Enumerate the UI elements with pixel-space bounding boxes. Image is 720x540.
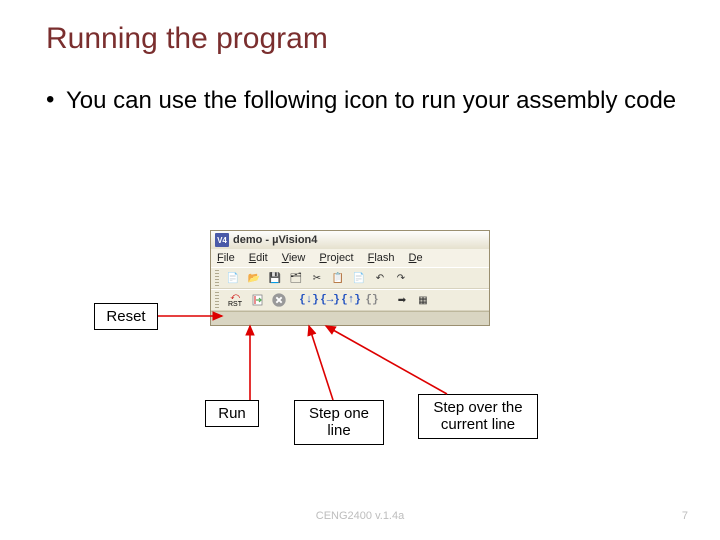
reset-arrow-icon: ⤺ — [230, 292, 240, 301]
bullet-text: You can use the following icon to run yo… — [66, 86, 720, 116]
save-all-icon[interactable]: 🗂 — [287, 269, 305, 287]
callout-step-one: Step one line — [294, 400, 384, 445]
step-out-button[interactable]: {↑} — [342, 291, 360, 309]
paste-icon[interactable]: 📄 — [350, 269, 368, 287]
command-window-icon[interactable]: ▦ — [414, 291, 432, 309]
menu-project[interactable]: Project — [319, 252, 353, 264]
callout-reset: Reset — [94, 303, 158, 330]
reset-button[interactable]: ⤺ RST — [224, 291, 246, 309]
uvision-window: V4 demo - µVision4 File Edit View Projec… — [210, 230, 490, 326]
bullet-block: • You can use the following icon to run … — [0, 56, 720, 116]
menu-debug[interactable]: De — [409, 252, 423, 264]
new-file-icon[interactable]: 📄 — [224, 269, 242, 287]
stop-button[interactable] — [270, 291, 288, 309]
step-over-button[interactable]: {→} — [321, 291, 339, 309]
app-icon: V4 — [215, 233, 229, 247]
callout-step-over: Step over the current line — [418, 394, 538, 439]
menu-edit[interactable]: Edit — [249, 252, 268, 264]
open-file-icon[interactable]: 📂 — [245, 269, 263, 287]
window-bottom-strip — [211, 311, 489, 325]
menu-flash[interactable]: Flash — [368, 252, 395, 264]
window-title: demo - µVision4 — [233, 234, 317, 246]
reset-label: RST — [228, 301, 242, 308]
callout-run: Run — [205, 400, 259, 427]
step-into-button[interactable]: {↓} — [300, 291, 318, 309]
toolbar-grip-icon — [215, 292, 219, 308]
copy-icon[interactable]: 📋 — [329, 269, 347, 287]
titlebar: V4 demo - µVision4 — [211, 231, 489, 249]
bullet-marker: • — [46, 86, 66, 116]
show-next-icon[interactable]: ➡ — [393, 291, 411, 309]
cut-icon[interactable]: ✂ — [308, 269, 326, 287]
menu-file[interactable]: File — [217, 252, 235, 264]
run-to-cursor-button[interactable]: {} — [363, 291, 381, 309]
redo-icon[interactable]: ↷ — [392, 269, 410, 287]
save-icon[interactable]: 💾 — [266, 269, 284, 287]
menu-view[interactable]: View — [282, 252, 306, 264]
footer-center: CENG2400 v.1.4a — [0, 510, 720, 522]
slide-title: Running the program — [0, 0, 720, 56]
undo-icon[interactable]: ↶ — [371, 269, 389, 287]
toolbar-row-debug: ⤺ RST {↓} {→} {↑} {} ➡ ▦ — [211, 289, 489, 311]
toolbar-grip-icon — [215, 270, 219, 286]
footer-page-number: 7 — [682, 510, 688, 522]
run-button[interactable] — [249, 291, 267, 309]
menubar: File Edit View Project Flash De — [211, 249, 489, 267]
toolbar-row-1: 📄 📂 💾 🗂 ✂ 📋 📄 ↶ ↷ — [211, 267, 489, 289]
